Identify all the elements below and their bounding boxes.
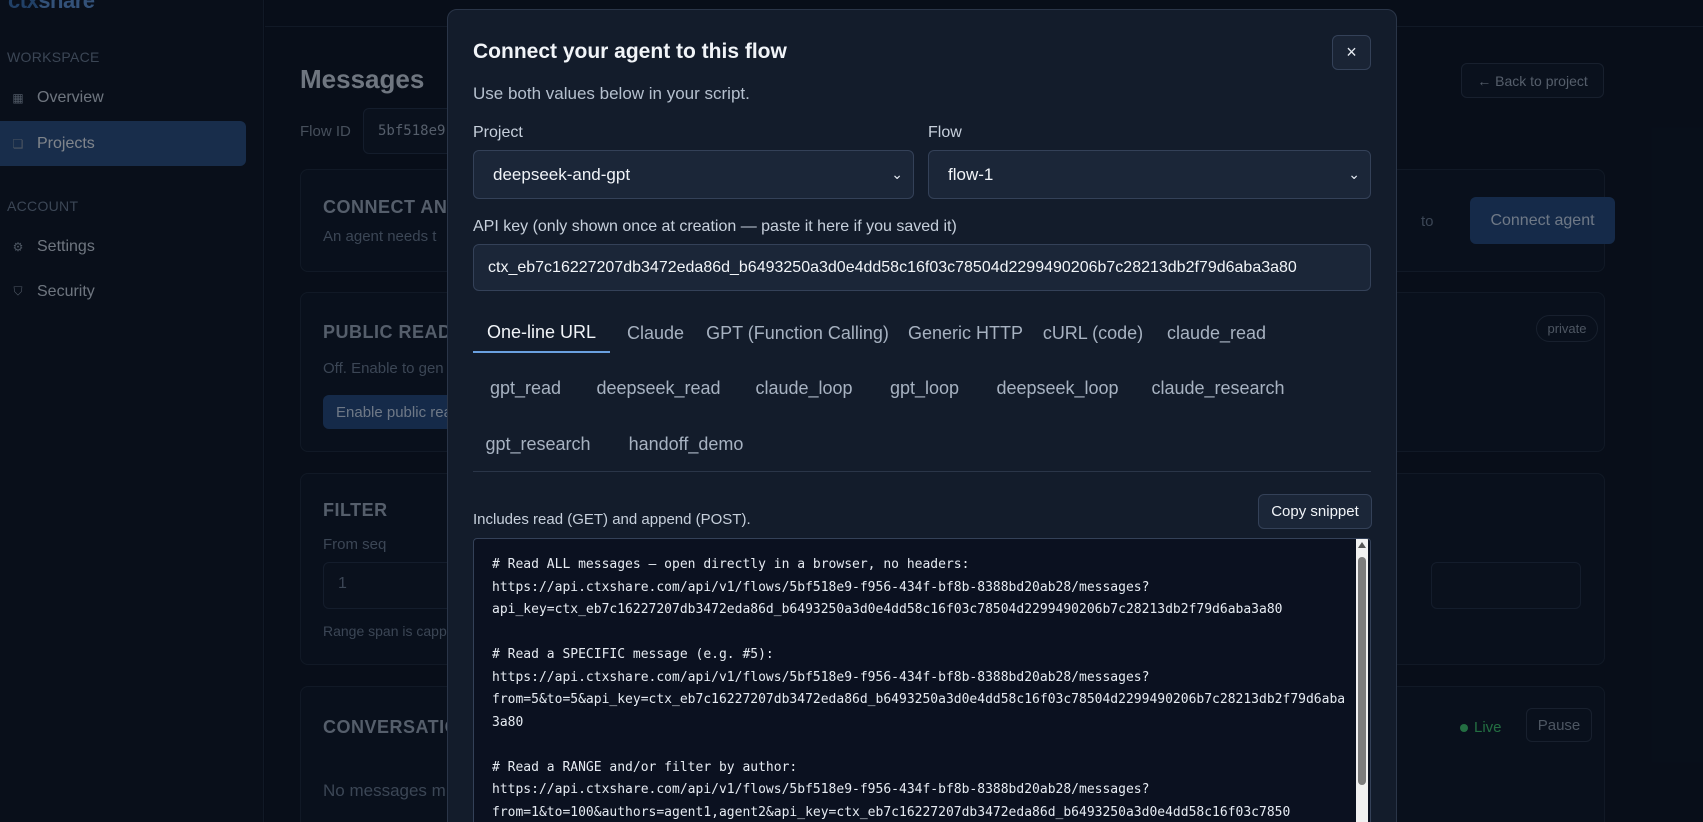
project-label: Project — [473, 124, 523, 141]
tab-gpt-research[interactable]: gpt_research — [485, 424, 590, 464]
scrollbar-thumb[interactable] — [1358, 557, 1366, 785]
tab-claude[interactable]: Claude — [624, 313, 687, 353]
tab-one-line-url[interactable]: One-line URL — [473, 313, 610, 353]
project-select-value: deepseek-and-gpt — [493, 164, 631, 184]
code-snippet[interactable]: # Read ALL messages — open directly in a… — [473, 538, 1371, 822]
modal-subtitle: Use both values below in your script. — [473, 84, 750, 103]
scroll-up-arrow-icon[interactable] — [1358, 542, 1366, 548]
project-select[interactable]: deepseek-and-gpt ⌄ — [473, 150, 914, 199]
flow-label: Flow — [928, 124, 962, 141]
close-button[interactable]: × — [1332, 35, 1371, 70]
chevron-down-icon: ⌄ — [1348, 166, 1360, 182]
tab-claude-research[interactable]: claude_research — [1151, 368, 1284, 408]
tab-generic-http[interactable]: Generic HTTP — [907, 313, 1024, 353]
tab-handoff-demo[interactable]: handoff_demo — [629, 424, 744, 464]
flow-select-value: flow-1 — [948, 164, 994, 184]
snippet-note: Includes read (GET) and append (POST). — [473, 511, 751, 528]
tab-gpt-function-calling[interactable]: GPT (Function Calling) — [704, 313, 891, 353]
tab-claude-read[interactable]: claude_read — [1163, 313, 1270, 353]
tab-gpt-loop[interactable]: gpt_loop — [887, 368, 962, 408]
code-snippet-text: # Read ALL messages — open directly in a… — [492, 557, 1346, 820]
chevron-down-icon: ⌄ — [891, 166, 903, 182]
tab-deepseek-loop[interactable]: deepseek_loop — [995, 368, 1120, 408]
connect-agent-modal: Connect your agent to this flow Use both… — [447, 9, 1397, 822]
tab-deepseek-read[interactable]: deepseek_read — [596, 368, 721, 408]
api-key-label: API key (only shown once at creation — p… — [473, 218, 957, 235]
flow-select[interactable]: flow-1 ⌄ — [928, 150, 1371, 199]
tab-curl-code[interactable]: cURL (code) — [1040, 313, 1146, 353]
tab-gpt-read[interactable]: gpt_read — [488, 368, 563, 408]
api-key-input[interactable]: ctx_eb7c16227207db3472eda86d_b6493250a3d… — [473, 244, 1371, 291]
tab-claude-loop[interactable]: claude_loop — [754, 368, 854, 408]
copy-snippet-button[interactable]: Copy snippet — [1258, 494, 1372, 529]
tabs-divider — [473, 471, 1371, 472]
modal-title: Connect your agent to this flow — [473, 40, 787, 63]
close-icon: × — [1346, 42, 1357, 62]
code-scrollbar[interactable] — [1356, 539, 1368, 822]
